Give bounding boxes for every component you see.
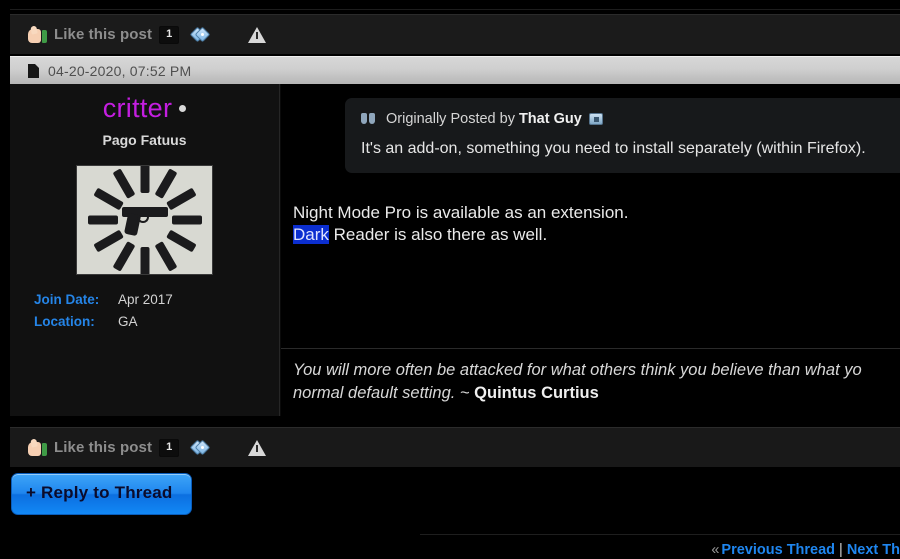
reply-to-thread-button[interactable]: + Reply to Thread [11,473,192,515]
left-gutter [0,0,10,559]
quote-block: Originally Posted by That Guy It's an ad… [345,98,900,173]
bottom-nav-divider [420,534,900,535]
post-date-bar: 04-20-2020, 07:52 PM [10,56,900,84]
quote-prefix: Originally Posted by [386,111,515,127]
signature-line-1: You will more often be attacked for what… [293,361,862,379]
author-field-join-date: Join Date: Apr 2017 [34,289,279,311]
selected-text: Dark [293,225,329,244]
post-body-text: Night Mode Pro is available as an extens… [293,202,628,246]
author-info-list: Join Date: Apr 2017 Location: GA [10,289,279,333]
previous-thread-link[interactable]: Previous Thread [721,542,835,558]
page-icon [28,63,39,78]
location-label: Location: [34,314,95,329]
post-author-sidebar: critter Pago Fatuus Join Date: Apr 2017 … [10,84,280,416]
thumbs-up-icon-bottom[interactable] [28,437,47,457]
like-bar-bottom: Like this post 1 [10,427,900,467]
post-message-column: Originally Posted by That Guy It's an ad… [281,84,900,416]
handgun-icon [121,205,168,237]
post-date: 04-20-2020, 07:52 PM [48,62,192,79]
forum-post-page: Like this post 1 04-20-2020, 07:52 PM cr… [0,0,900,559]
avatar[interactable] [76,165,213,275]
username-row: critter [10,84,279,124]
location-value: GA [118,314,138,329]
quote-author-link[interactable]: That Guy [519,111,582,127]
next-thread-link[interactable]: Next Th [847,542,900,558]
online-status-dot [179,105,187,113]
post-body-line-1: Night Mode Pro is available as an extens… [293,203,629,222]
signature-line-2-text: normal default setting. ~ [293,384,475,402]
join-date-label: Join Date: [34,292,100,307]
thumbs-up-icon[interactable] [28,24,47,44]
tag-icon-bottom[interactable] [189,439,211,456]
view-post-icon[interactable] [588,113,603,125]
report-warning-icon-bottom[interactable] [248,439,267,456]
quote-text: It's an add-on, something you need to in… [361,140,866,157]
post-signature: You will more often be attacked for what… [293,359,900,405]
like-this-post-label-top[interactable]: Like this post [54,26,152,43]
user-title: Pago Fatuus [102,132,187,148]
quote-mark-icon [361,113,377,125]
username-link[interactable]: critter [103,93,173,124]
signature-divider [281,348,900,349]
like-count-badge-bottom: 1 [159,438,180,457]
post-body-line-2: Dark Reader is also there as well. [293,224,628,246]
post-container: critter Pago Fatuus Join Date: Apr 2017 … [10,84,900,416]
tag-icon-top[interactable] [189,26,211,43]
signature-line-2: normal default setting. ~ Quintus Curtiu… [293,382,900,405]
like-this-post-label-bottom[interactable]: Like this post [54,439,152,456]
chevron-left-icon: « [711,542,720,558]
author-field-location: Location: GA [34,311,279,333]
quote-header: Originally Posted by That Guy [361,111,900,127]
post-body-line-2-rest: Reader is also there as well. [328,225,548,244]
bottom-thread-nav: «Previous Thread | Next Th [711,542,900,558]
like-bar-top: Like this post 1 [10,14,900,54]
nav-separator: | [839,542,843,558]
like-count-badge-top: 1 [159,25,180,44]
join-date-value: Apr 2017 [118,292,173,307]
report-warning-icon-top[interactable] [248,26,267,43]
top-strip [0,0,900,10]
signature-attribution: Quintus Curtius [474,384,599,402]
